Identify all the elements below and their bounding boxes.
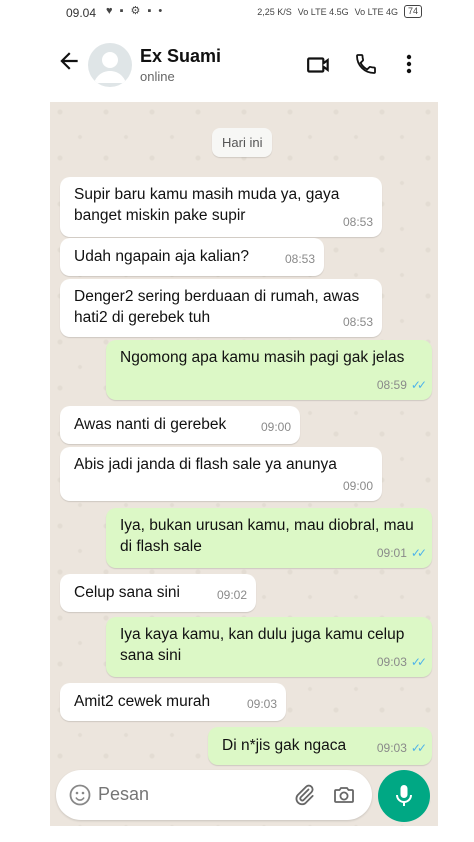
message-time: 08:53: [284, 252, 315, 266]
message-incoming[interactable]: Celup sana sini 09:02: [60, 574, 256, 612]
contact-name[interactable]: Ex Suami: [140, 46, 221, 67]
message-incoming[interactable]: Supir baru kamu masih muda ya, gaya bang…: [60, 177, 382, 237]
message-text: Ngomong apa kamu masih pagi gak jelas: [120, 349, 405, 366]
read-ticks-icon: ✓✓: [410, 655, 427, 669]
emoji-icon[interactable]: [68, 783, 92, 812]
message-incoming[interactable]: Amit2 cewek murah 09:03: [60, 683, 286, 721]
chat-area[interactable]: Hari ini Supir baru kamu masih muda ya, …: [50, 102, 438, 826]
avatar[interactable]: [88, 43, 132, 87]
read-ticks-icon: ✓✓: [410, 741, 427, 755]
message-text: Iya kaya kamu, kan dulu juga kamu celup …: [120, 626, 405, 664]
message-time: 09:00: [342, 479, 373, 493]
read-ticks-icon: ✓✓: [410, 378, 427, 392]
signal-2: Vo LTE 4G: [354, 6, 398, 17]
message-text: Abis jadi janda di flash sale ya anunya: [74, 456, 337, 473]
read-ticks-icon: ✓✓: [410, 546, 427, 560]
presence-status: online: [140, 69, 175, 84]
message-input[interactable]: [96, 783, 260, 806]
signal-1: Vo LTE 4.5G: [297, 6, 349, 17]
date-separator: Hari ini: [212, 128, 273, 157]
back-arrow-icon[interactable]: [56, 48, 82, 74]
message-text: Amit2 cewek murah: [74, 693, 211, 710]
message-time: 09:03: [376, 655, 407, 669]
message-time: 09:03: [246, 697, 277, 711]
status-bar: 09.04 ♥ ▪ ⚙ ▪ • 2,25 K/S Vo LTE 4.5G Vo …: [0, 0, 474, 26]
message-time: 08:53: [342, 315, 373, 329]
message-outgoing[interactable]: Iya kaya kamu, kan dulu juga kamu celup …: [106, 617, 432, 677]
message-time: 09:00: [260, 420, 291, 434]
message-outgoing[interactable]: Di n*jis gak ngaca 09:03 ✓✓: [208, 727, 432, 765]
notification-icons: ♥ ▪ ⚙ ▪ •: [106, 5, 165, 17]
microphone-icon: [396, 785, 412, 806]
message-time: 09:01: [376, 546, 407, 560]
voice-message-button[interactable]: [378, 770, 430, 822]
message-text: Iya, bukan urusan kamu, mau diobral, mau…: [120, 517, 414, 555]
message-incoming[interactable]: Awas nanti di gerebek 09:00: [60, 406, 300, 444]
chat-header: Ex Suami online: [0, 26, 474, 102]
camera-icon[interactable]: [332, 783, 356, 812]
message-text: Di n*jis gak ngaca: [222, 737, 347, 754]
message-incoming[interactable]: Udah ngapain aja kalian? 08:53: [60, 238, 324, 276]
message-text: Denger2 sering berduaan di rumah, awas h…: [74, 288, 360, 326]
message-outgoing[interactable]: Iya, bukan urusan kamu, mau diobral, mau…: [106, 508, 432, 568]
message-text: Celup sana sini: [74, 584, 180, 601]
net-speed: 2,25 K/S: [257, 6, 292, 17]
message-composer[interactable]: [56, 770, 372, 820]
message-time: 08:53: [342, 215, 373, 229]
video-call-icon[interactable]: [306, 52, 332, 83]
message-text: Udah ngapain aja kalian?: [74, 248, 249, 265]
message-incoming[interactable]: Denger2 sering berduaan di rumah, awas h…: [60, 279, 382, 337]
message-text: Supir baru kamu masih muda ya, gaya bang…: [74, 186, 340, 224]
message-time: 09:03: [376, 741, 407, 755]
voice-call-icon[interactable]: [354, 52, 378, 81]
attach-icon[interactable]: [292, 783, 316, 812]
battery-icon: 74: [403, 5, 422, 18]
status-right: 2,25 K/S Vo LTE 4.5G Vo LTE 4G 74: [257, 5, 422, 18]
message-outgoing[interactable]: Ngomong apa kamu masih pagi gak jelas 08…: [106, 340, 432, 400]
message-time: 08:59: [376, 378, 407, 392]
more-options-icon[interactable]: [404, 52, 414, 81]
message-time: 09:02: [216, 588, 247, 602]
message-text: Awas nanti di gerebek: [74, 416, 227, 433]
status-time: 09.04: [66, 6, 97, 20]
message-incoming[interactable]: Abis jadi janda di flash sale ya anunya …: [60, 447, 382, 501]
